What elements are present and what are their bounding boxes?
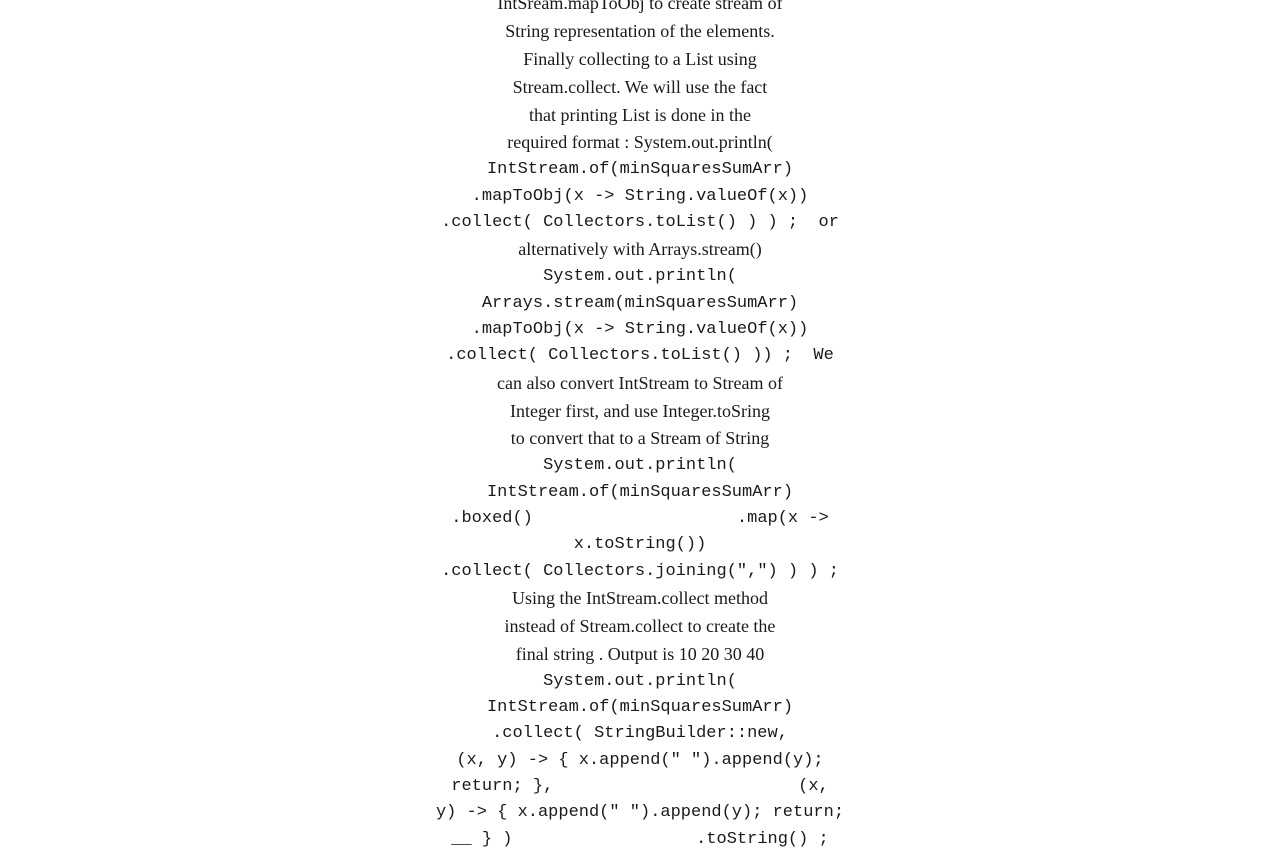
line-17: to convert that to a Stream of String <box>200 425 1080 453</box>
line-20: .boxed() .map(x -> <box>200 506 1080 532</box>
line-29: (x, y) -> { x.append(" ").append(y); <box>200 748 1080 774</box>
line-30: return; }, (x, <box>200 774 1080 800</box>
line-32: __ } ) .toString() ; <box>200 827 1080 853</box>
line-27: IntStream.of(minSquaresSumArr) <box>200 695 1080 721</box>
line-7: IntStream.of(minSquaresSumArr) <box>200 157 1080 183</box>
line-3: Finally collecting to a List using <box>200 46 1080 74</box>
line-31: y) -> { x.append(" ").append(y); return; <box>200 800 1080 826</box>
line-10: alternatively with Arrays.stream() <box>200 236 1080 264</box>
line-23: Using the IntStream.collect method <box>200 585 1080 613</box>
line-28: .collect( StringBuilder::new, <box>200 721 1080 747</box>
line-11: System.out.println( <box>200 264 1080 290</box>
line-2: String representation of the elements. <box>200 18 1080 46</box>
line-16: Integer first, and use Integer.toSring <box>200 398 1080 426</box>
line-13: .mapToObj(x -> String.valueOf(x)) <box>200 317 1080 343</box>
line-12: Arrays.stream(minSquaresSumArr) <box>200 291 1080 317</box>
line-1: IntSream.mapToObj to create stream of <box>200 0 1080 18</box>
line-5: that printing List is done in the <box>200 102 1080 130</box>
line-15: can also convert IntStream to Stream of <box>200 370 1080 398</box>
line-22: .collect( Collectors.joining(",") ) ) ; <box>200 559 1080 585</box>
main-content: IntSream.mapToObj to create stream of St… <box>0 0 1280 720</box>
line-4: Stream.collect. We will use the fact <box>200 74 1080 102</box>
line-6: required format : System.out.println( <box>200 129 1080 157</box>
line-14: .collect( Collectors.toList() )) ; We <box>200 343 1080 369</box>
line-21: x.toString()) <box>200 532 1080 558</box>
text-block: IntSream.mapToObj to create stream of St… <box>200 0 1080 720</box>
line-19: IntStream.of(minSquaresSumArr) <box>200 480 1080 506</box>
line-25: final string . Output is 10 20 30 40 <box>200 641 1080 669</box>
line-8: .mapToObj(x -> String.valueOf(x)) <box>200 184 1080 210</box>
line-26: System.out.println( <box>200 669 1080 695</box>
line-9: .collect( Collectors.toList() ) ) ; or <box>200 210 1080 236</box>
line-24: instead of Stream.collect to create the <box>200 613 1080 641</box>
line-18: System.out.println( <box>200 453 1080 479</box>
